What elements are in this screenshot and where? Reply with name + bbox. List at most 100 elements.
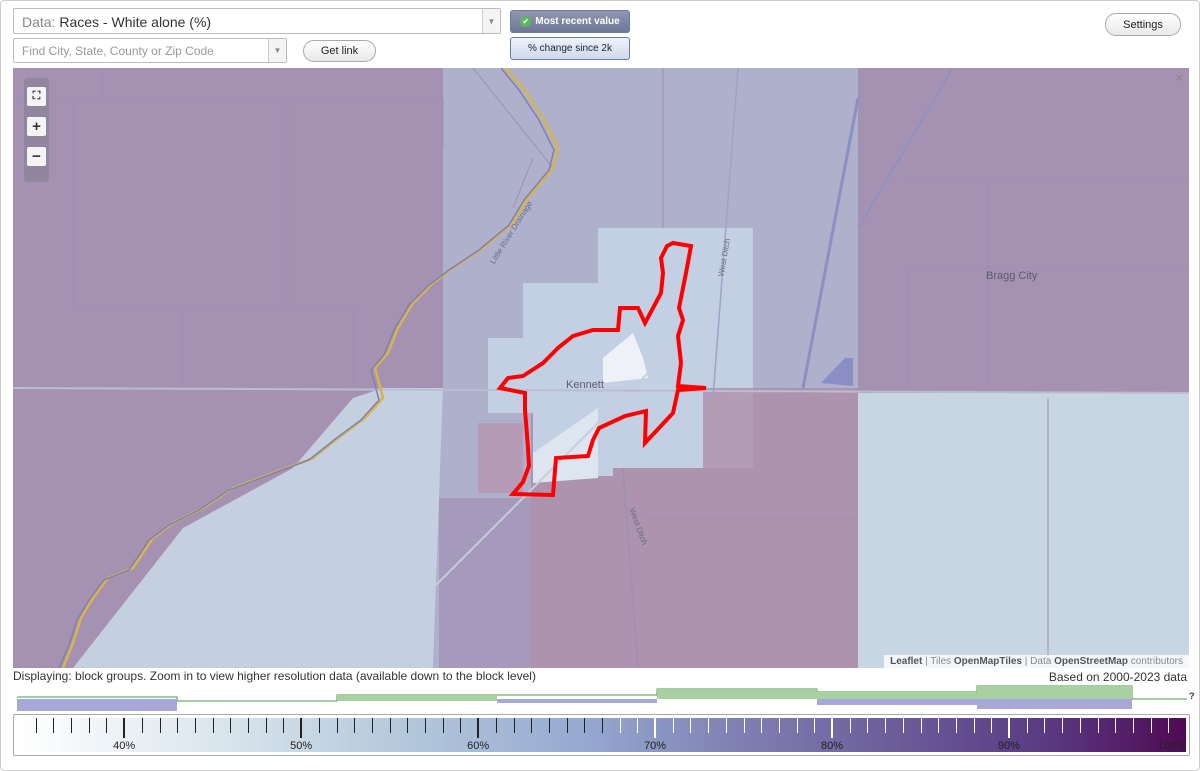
scale-tick	[513, 718, 515, 733]
scale-tick	[584, 718, 586, 733]
openstreetmap-link[interactable]: OpenStreetMap	[1054, 656, 1128, 667]
scale-tick	[672, 718, 674, 733]
scale-tick	[265, 718, 267, 733]
app-window: Data: Races - White alone (%) ▼ ▼ Get li…	[0, 0, 1200, 771]
openmaptiles-link[interactable]: OpenMapTiles	[954, 656, 1022, 667]
displaying-note: Displaying: block groups. Zoom in to vie…	[13, 669, 536, 683]
region-east-light	[858, 393, 1189, 668]
scale-label: 100%	[1157, 740, 1187, 752]
scale-tick	[248, 718, 250, 733]
scale-tick	[177, 718, 179, 733]
chevron-down-icon[interactable]: ▼	[268, 39, 286, 62]
scale-tick	[159, 718, 161, 733]
scale-tick	[637, 718, 639, 733]
scale-tick	[106, 718, 108, 733]
histogram-bar	[337, 695, 497, 701]
data-select-text: Data: Races - White alone (%)	[22, 14, 212, 30]
data-select[interactable]: Data: Races - White alone (%) ▼	[13, 8, 501, 34]
histogram-bar	[497, 699, 657, 703]
scale-tick	[849, 718, 851, 733]
chevron-down-icon[interactable]: ▼	[482, 9, 500, 33]
percent-change-toggle[interactable]: % change since 2k	[510, 37, 630, 60]
get-link-button[interactable]: Get link	[303, 40, 376, 62]
scale-tick	[920, 718, 922, 733]
scale-tick	[194, 718, 196, 733]
help-icon[interactable]: ?	[1189, 691, 1195, 701]
scale-tick	[425, 718, 427, 733]
leaflet-link[interactable]: Leaflet	[890, 656, 922, 667]
scale-tick	[566, 718, 568, 733]
choropleth-layer	[13, 68, 1189, 668]
scale-tick	[318, 718, 320, 733]
scale-tick	[477, 718, 480, 738]
scale-label: 90%	[998, 740, 1021, 752]
region-pocket-w	[478, 423, 523, 493]
scale-tick	[1008, 718, 1011, 738]
scale-tick	[212, 718, 214, 733]
scale-tick	[938, 718, 940, 733]
zoom-in-button[interactable]: +	[27, 117, 46, 136]
scale-tick	[141, 718, 143, 733]
scale-tick	[1115, 718, 1117, 733]
scale-tick	[407, 718, 409, 733]
city-label-bragg-city: Bragg City	[986, 270, 1038, 282]
search-field[interactable]: ▼	[13, 38, 287, 63]
scale-tick	[283, 718, 285, 733]
close-icon[interactable]: ×	[1175, 70, 1183, 85]
scale-tick	[973, 718, 975, 733]
based-on-note: Based on 2000-2023 data	[1048, 670, 1187, 684]
settings-button[interactable]: Settings	[1105, 13, 1181, 36]
scale-tick	[1150, 718, 1152, 733]
histogram-bar	[977, 686, 1132, 699]
scale-tick	[885, 718, 887, 733]
zoom-control: ⛶ + −	[24, 78, 49, 182]
scale-tick	[814, 718, 816, 733]
color-scale-legend[interactable]: 40% 50% 60% 70% 80% 90% 100%	[13, 714, 1190, 756]
scale-tick	[442, 718, 444, 733]
attrib-sep: | Tiles	[922, 656, 954, 667]
region-south-strip	[439, 498, 531, 668]
fullscreen-icon[interactable]: ⛶	[27, 87, 46, 106]
map-attribution: Leaflet | Tiles OpenMapTiles | Data Open…	[884, 655, 1189, 668]
scale-tick	[71, 718, 73, 733]
check-icon: ✔	[520, 16, 532, 27]
scale-tick	[902, 718, 904, 733]
scale-tick	[1026, 718, 1028, 733]
scale-label: 60%	[467, 740, 490, 752]
histogram-bar	[17, 699, 177, 711]
scale-tick	[867, 718, 869, 733]
scale-tick	[831, 718, 834, 738]
scale-label: 40%	[113, 740, 136, 752]
histogram-bar	[817, 699, 977, 705]
scale-tick	[354, 718, 356, 733]
scale-tick	[123, 718, 126, 738]
scale-tick	[1097, 718, 1099, 733]
scale-tick	[53, 718, 55, 733]
scale-tick	[1062, 718, 1064, 733]
most-recent-toggle[interactable]: ✔ Most recent value	[510, 10, 630, 33]
histogram-bar	[657, 689, 817, 699]
scale-tick	[1168, 718, 1170, 733]
scale-tick	[690, 718, 692, 733]
scale-tick	[1044, 718, 1046, 733]
attrib-sep: | Data	[1022, 656, 1055, 667]
zoom-out-button[interactable]: −	[27, 147, 46, 166]
scale-tick	[654, 718, 657, 738]
scale-tick	[35, 718, 37, 733]
scale-tick	[619, 718, 621, 733]
region-pocket-e	[703, 388, 753, 468]
scale-tick	[778, 718, 780, 733]
map-view[interactable]: ⛶ + − × Kennett Bragg City Little River …	[13, 68, 1189, 668]
scale-tick	[230, 718, 232, 733]
scale-tick	[743, 718, 745, 733]
scale-tick	[1079, 718, 1081, 733]
scale-tick	[991, 718, 993, 733]
search-input[interactable]	[14, 39, 268, 62]
scale-tick	[708, 718, 710, 733]
city-label-kennett: Kennett	[566, 379, 604, 391]
scale-tick	[88, 718, 90, 733]
scale-tick	[336, 718, 338, 733]
histogram-bar	[817, 692, 977, 699]
scale-tick	[548, 718, 550, 733]
scale-tick	[300, 718, 303, 738]
